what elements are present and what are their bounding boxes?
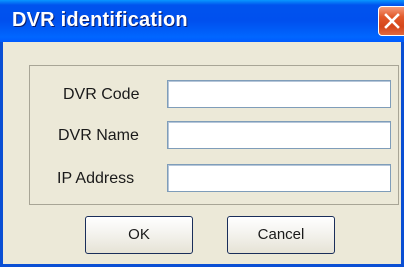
- dvr-name-field[interactable]: [167, 121, 391, 149]
- ip-address-field[interactable]: [167, 164, 391, 192]
- dvr-identification-dialog: DVR identification DVR Code DVR Name IP …: [0, 0, 404, 267]
- dvr-code-label: DVR Code: [63, 86, 140, 103]
- dvr-name-label: DVR Name: [58, 127, 139, 144]
- ip-address-label: IP Address: [57, 170, 135, 187]
- close-button[interactable]: [378, 6, 404, 36]
- window-title: DVR identification: [12, 9, 188, 31]
- cancel-button[interactable]: Cancel: [227, 216, 335, 254]
- title-bar[interactable]: DVR identification: [0, 0, 404, 42]
- dvr-code-field[interactable]: [167, 80, 391, 108]
- ok-button[interactable]: OK: [85, 216, 193, 254]
